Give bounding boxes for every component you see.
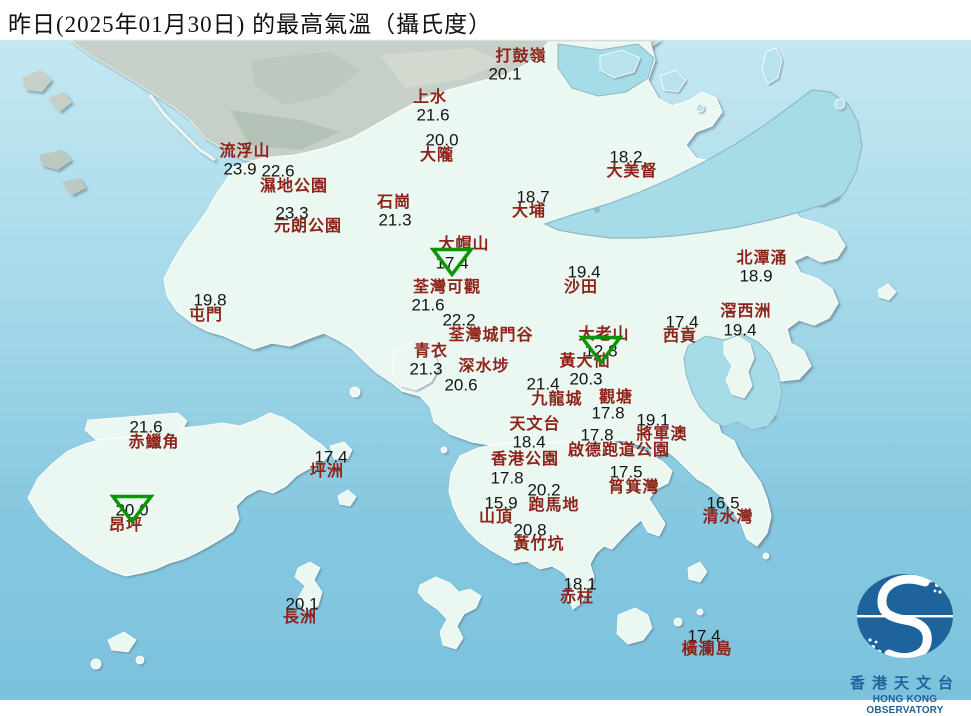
station-value: 17.8	[580, 425, 614, 445]
station-value: 20.1	[488, 64, 522, 84]
station-name: 坪洲	[309, 463, 345, 480]
hko-logo-cn-text: 香港天文台	[849, 676, 960, 692]
station-name: 荃灣可觀	[412, 279, 482, 296]
station-value: 21.3	[409, 359, 443, 379]
station-name: 石崗	[376, 194, 412, 211]
station-name: 沙田	[563, 279, 599, 296]
station-value: 22.2	[442, 310, 476, 330]
station-value: 17.8	[490, 468, 524, 488]
station-name: 昂坪	[108, 517, 144, 534]
station-name: 將軍澳	[636, 426, 688, 443]
station-name: 濕地公園	[259, 178, 329, 195]
station-value: 23.9	[223, 159, 257, 179]
station-value: 17.4	[435, 253, 469, 273]
station-name: 元朗公園	[273, 218, 343, 235]
station-value: 21.6	[416, 105, 450, 125]
station-name: 長洲	[282, 609, 318, 626]
station-value: 21.4	[526, 374, 560, 394]
hko-logo-en-text: HONG KONG OBSERVATORY	[866, 694, 944, 716]
station-name: 西貢	[662, 328, 698, 345]
page-title: 昨日(2025年01月30日) 的最高氣溫（攝氏度）	[8, 12, 493, 37]
station-name: 青衣	[413, 343, 449, 360]
station-name: 荃灣城門谷	[448, 327, 534, 344]
station-name: 香港公園	[490, 451, 560, 468]
station-value: 18.9	[739, 266, 773, 286]
station-name: 筲箕灣	[608, 479, 660, 496]
station-name: 啟德跑道公園	[567, 442, 671, 459]
station-value: 21.6	[411, 295, 445, 315]
station-name: 大帽山	[438, 236, 490, 253]
station-name: 清水灣	[702, 509, 754, 526]
station-value: 21.6	[129, 417, 163, 437]
station-name: 大埔	[511, 203, 547, 220]
station-name: 北潭涌	[736, 250, 788, 267]
station-name: 大老山	[578, 326, 630, 343]
station-value: 20.6	[444, 375, 478, 395]
station-name: 屯門	[188, 307, 224, 324]
station-name: 橫瀾島	[681, 641, 733, 658]
station-name: 大隴	[419, 147, 455, 164]
station-name: 滘西洲	[720, 303, 772, 320]
hko-logo-icon	[857, 574, 953, 658]
station-name: 深水埗	[458, 358, 510, 375]
station-name: 流浮山	[219, 143, 271, 160]
station-name: 打鼓嶺	[495, 48, 547, 65]
station-value: 19.8	[193, 290, 227, 310]
station-name: 赤鱲角	[128, 434, 180, 451]
station-layer: 20.1 打鼓嶺 21.6 上水 20.0 大隴 18.2 大美督 23.9 流浮山 22.6 濕地公…	[0, 0, 971, 700]
station-value: 19.4	[567, 262, 601, 282]
station-value: 20.0	[425, 130, 459, 150]
station-value: 18.4	[512, 432, 546, 452]
station-value: 19.4	[723, 320, 757, 340]
station-name: 天文台	[509, 416, 561, 433]
station-value: 22.6	[261, 161, 295, 181]
station-value: 17.8	[591, 403, 625, 423]
station-value: 20.3	[569, 369, 603, 389]
station-name: 九龍城	[531, 391, 583, 408]
station-value: 20.2	[527, 480, 561, 500]
station-value: 17.5	[609, 462, 643, 482]
station-name: 大美督	[606, 163, 658, 180]
station-name: 赤柱	[559, 589, 595, 606]
station-value: 20.0	[115, 500, 149, 520]
weather-map-page: 昨日(2025年01月30日) 的最高氣溫（攝氏度） 20.1 打鼓嶺 21.6…	[0, 0, 971, 716]
station-name: 觀塘	[598, 389, 634, 406]
station-name: 黃竹坑	[513, 536, 565, 553]
station-name: 上水	[412, 89, 448, 106]
station-value: 21.3	[378, 210, 412, 230]
station-name: 山頂	[478, 509, 514, 526]
hko-logo: 香港天文台 HONG KONG OBSERVATORY	[843, 566, 967, 716]
station-name: 跑馬地	[528, 497, 580, 514]
station-name: 黃大仙	[559, 353, 611, 370]
